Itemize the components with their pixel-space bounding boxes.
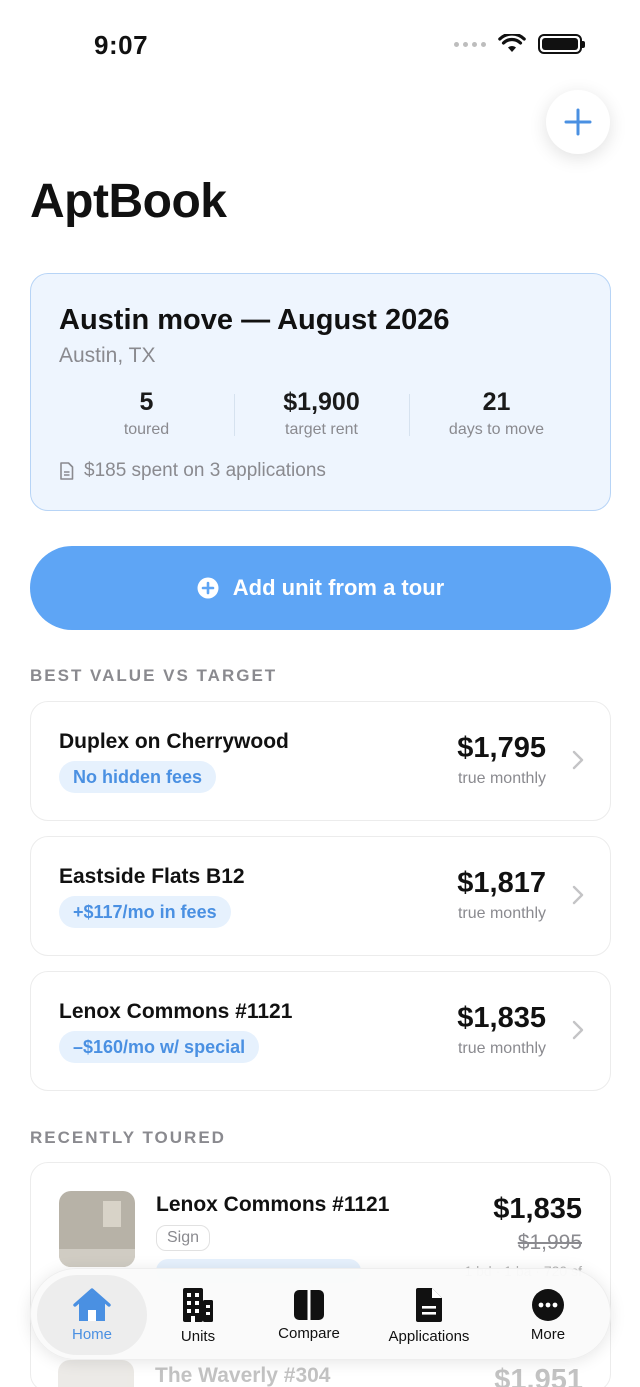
- move-summary-card[interactable]: Austin move — August 2026 Austin, TX 5 t…: [30, 273, 611, 511]
- stat-target-rent: $1,900 target rent: [234, 388, 409, 440]
- chevron-right-icon: [572, 1020, 584, 1040]
- move-stats: 5 toured $1,900 target rent 21 days to m…: [59, 388, 584, 440]
- unit-photo: [59, 1191, 135, 1267]
- chevron-right-icon: [572, 750, 584, 770]
- tab-compare[interactable]: Compare: [257, 1275, 361, 1355]
- spent-text: $185 spent on 3 applications: [84, 460, 326, 481]
- tab-units[interactable]: Units: [147, 1275, 249, 1355]
- unit-price: $1,951: [494, 1364, 583, 1387]
- stat-days-to-move: 21 days to move: [409, 388, 584, 440]
- stat-toured: 5 toured: [59, 388, 234, 440]
- add-button[interactable]: [546, 90, 610, 154]
- move-title: Austin move — August 2026: [59, 304, 450, 336]
- tab-home[interactable]: Home: [37, 1275, 147, 1355]
- move-location: Austin, TX: [59, 344, 156, 367]
- fee-tag: –$160/mo w/ special: [59, 1031, 260, 1063]
- original-price: $1,995: [517, 1231, 582, 1254]
- tab-bar: Home Units Compare Applications More: [30, 1268, 611, 1360]
- tab-label: More: [530, 1325, 566, 1343]
- tab-more[interactable]: More: [497, 1275, 599, 1355]
- status-icons: [454, 34, 585, 54]
- price-caption: true monthly: [457, 1040, 546, 1057]
- signal-icon: [454, 41, 486, 47]
- unit-price: $1,835: [457, 1002, 546, 1034]
- stat-value: $1,900: [283, 388, 360, 416]
- stat-label: toured: [123, 421, 170, 438]
- stat-label: days to move: [448, 421, 545, 438]
- more-icon: [532, 1288, 564, 1321]
- tab-label: Home: [71, 1325, 112, 1343]
- unit-photo: [58, 1360, 134, 1387]
- unit-name: Duplex on Cherrywood: [59, 730, 289, 753]
- battery-icon: [538, 34, 585, 54]
- unit-price: $1,795: [457, 732, 546, 764]
- chevron-right-icon: [572, 885, 584, 905]
- price-caption: true monthly: [457, 770, 546, 787]
- list-item[interactable]: Eastside Flats B12 +$117/mo in fees $1,8…: [30, 836, 611, 956]
- status-bar: 9:07: [0, 0, 640, 94]
- list-item[interactable]: Duplex on Cherrywood No hidden fees $1,7…: [30, 701, 611, 821]
- status-time: 9:07: [94, 30, 149, 60]
- list-item[interactable]: Lenox Commons #1121 –$160/mo w/ special …: [30, 971, 611, 1091]
- fee-tag: +$117/mo in fees: [59, 896, 231, 928]
- unit-name: Lenox Commons #1121: [156, 1193, 390, 1216]
- tab-label: Units: [180, 1327, 216, 1345]
- section-heading-best-value: BEST VALUE VS TARGET: [30, 666, 278, 685]
- unit-price: $1,835: [493, 1193, 582, 1225]
- fee-tag: No hidden fees: [59, 761, 217, 793]
- section-heading-recently-toured: RECENTLY TOURED: [30, 1128, 226, 1147]
- compare-icon: [294, 1289, 324, 1320]
- stat-value: 21: [482, 388, 511, 416]
- stat-value: 5: [139, 388, 154, 416]
- tab-applications[interactable]: Applications: [371, 1275, 487, 1355]
- plus-circle-icon: [197, 577, 219, 599]
- add-unit-button[interactable]: Add unit from a tour: [30, 546, 611, 630]
- stat-label: target rent: [285, 421, 358, 438]
- building-icon: [183, 1287, 213, 1322]
- unit-name: The Waverly #304: [155, 1364, 331, 1387]
- unit-name: Lenox Commons #1121: [59, 1000, 293, 1023]
- unit-price: $1,817: [457, 867, 546, 899]
- tab-label: Compare: [278, 1324, 340, 1342]
- document-icon: [416, 1287, 442, 1322]
- unit-name: Eastside Flats B12: [59, 865, 245, 888]
- page-title: AptBook: [30, 175, 227, 228]
- status-badge: Sign: [156, 1225, 211, 1251]
- wifi-icon: [498, 34, 526, 52]
- price-caption: true monthly: [457, 905, 546, 922]
- house-icon: [73, 1287, 111, 1321]
- document-icon: [60, 462, 74, 480]
- plus-icon: [564, 108, 592, 136]
- add-unit-label: Add unit from a tour: [232, 575, 445, 600]
- list-item[interactable]: The Waverly #304 $1,951: [30, 1360, 611, 1387]
- tab-label: Applications: [388, 1327, 470, 1345]
- applications-spent: $185 spent on 3 applications: [59, 460, 326, 482]
